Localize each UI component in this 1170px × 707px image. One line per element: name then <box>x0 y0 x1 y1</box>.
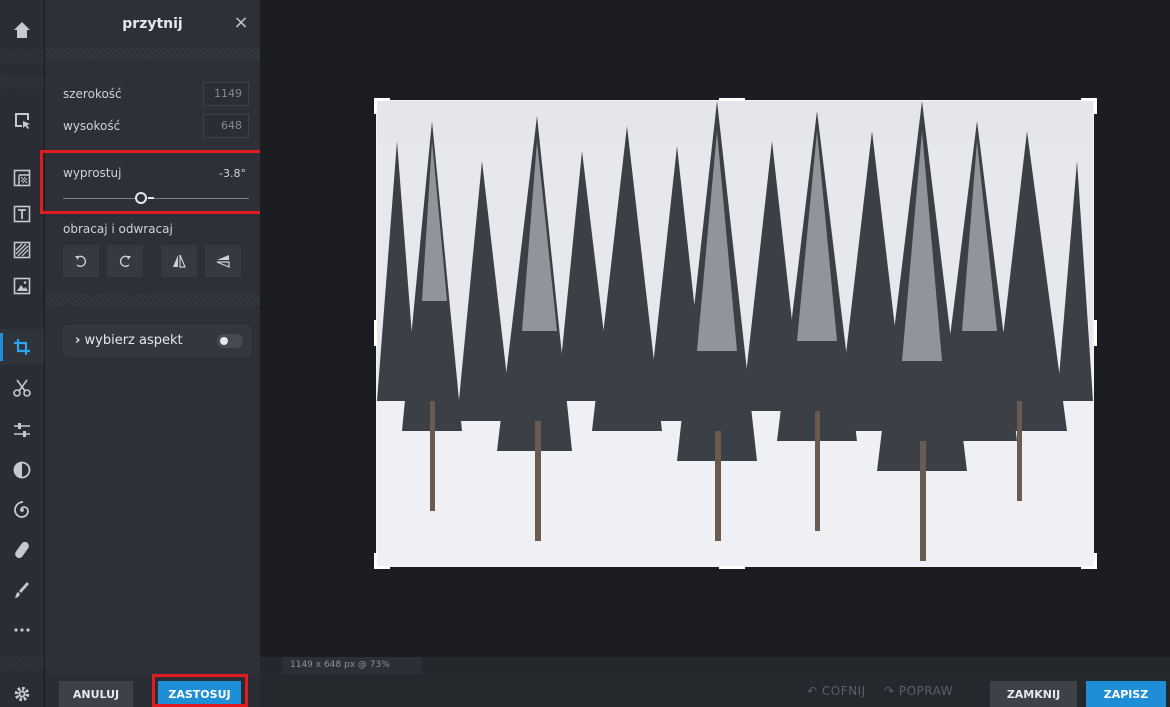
forest-photo[interactable] <box>376 100 1094 567</box>
crop-handle-bottom-left-v[interactable] <box>374 553 377 569</box>
close-editor-button[interactable]: ZAMKNIJ <box>990 681 1077 707</box>
crop-handle-top[interactable] <box>719 98 745 101</box>
toolbar-divider <box>0 50 44 64</box>
photo-editor: przytnij × szerokość 1149 wysokość 648 w… <box>0 0 1170 707</box>
heal-tool[interactable] <box>0 532 44 568</box>
text-tool[interactable] <box>0 196 44 232</box>
bottom-bar: ↶ COFNIJ ↷ POPRAW ZAMKNIJ ZAPISZ <box>260 674 1170 707</box>
spiral-icon <box>14 501 29 518</box>
undo-icon: ↶ <box>807 684 822 698</box>
layout-tool[interactable] <box>0 160 44 196</box>
rotate-left-icon <box>75 255 87 268</box>
panel-title: przytnij <box>122 16 183 32</box>
brush-icon <box>15 582 29 598</box>
settings-button[interactable] <box>0 676 44 707</box>
undo-label: COFNIJ <box>821 684 866 698</box>
flip-horizontal-button[interactable] <box>161 245 197 277</box>
crop-handle-bottom[interactable] <box>719 566 745 569</box>
pattern-tool[interactable] <box>0 232 44 268</box>
effects-tool[interactable] <box>0 492 44 528</box>
tool-bar <box>0 0 44 707</box>
aspect-label: › wybierz aspekt <box>75 333 183 348</box>
panel-header: przytnij × <box>45 0 260 48</box>
crop-icon <box>14 339 30 355</box>
rotate-left-button[interactable] <box>63 245 99 277</box>
text-icon <box>13 205 31 223</box>
aspect-label-text: wybierz aspekt <box>84 333 183 348</box>
canvas-area <box>260 0 1170 674</box>
redo-button[interactable]: ↷ POPRAW <box>884 684 953 698</box>
rotate-right-button[interactable] <box>107 245 143 277</box>
status-bar: 1149 x 648 px @ 73% <box>260 657 1170 674</box>
panel-divider <box>45 48 260 60</box>
home-button[interactable] <box>0 12 44 48</box>
close-icon[interactable]: × <box>232 14 250 32</box>
redo-label: POPRAW <box>898 684 954 698</box>
cancel-button[interactable]: ANULUJ <box>59 681 133 707</box>
brush-tool[interactable] <box>0 572 44 608</box>
contrast-icon <box>13 461 31 479</box>
width-label: szerokość <box>63 87 122 101</box>
chevron-right-icon: › <box>75 333 81 348</box>
flip-horizontal-icon <box>173 254 186 268</box>
flip-vertical-button[interactable] <box>205 245 241 277</box>
image-tool[interactable] <box>0 268 44 304</box>
rotate-label: obracaj i odwracaj <box>63 222 173 236</box>
rotate-right-icon <box>119 255 131 268</box>
apply-highlight <box>152 674 248 707</box>
pattern-icon <box>13 241 31 259</box>
panel-divider <box>45 294 260 306</box>
gear-icon <box>14 686 30 702</box>
more-icon <box>14 628 30 632</box>
crop-handle-bottom-right-v[interactable] <box>1094 553 1097 569</box>
undo-button[interactable]: ↶ COFNIJ <box>807 684 866 698</box>
cut-tool[interactable] <box>0 370 44 406</box>
crop-handle-top-right-v[interactable] <box>1094 98 1097 114</box>
bandage-icon <box>15 541 29 559</box>
crop-handle-right[interactable] <box>1094 320 1097 346</box>
straighten-highlight <box>40 150 265 214</box>
crop-handle-top-left-v[interactable] <box>374 98 377 114</box>
contrast-tool[interactable] <box>0 452 44 488</box>
aspect-selector[interactable]: › wybierz aspekt <box>63 325 251 357</box>
home-icon <box>14 22 30 38</box>
image-icon <box>13 277 31 295</box>
crop-panel: przytnij × szerokość 1149 wysokość 648 w… <box>40 0 265 707</box>
forest-image <box>377 101 1093 566</box>
scissors-icon <box>13 379 31 397</box>
select-icon <box>15 113 30 129</box>
toolbar-divider <box>0 75 44 89</box>
toolbar-divider <box>0 656 44 670</box>
aspect-toggle[interactable] <box>217 334 243 348</box>
height-field[interactable]: 648 <box>203 114 249 138</box>
height-label: wysokość <box>63 119 121 133</box>
crop-tool[interactable] <box>0 329 44 365</box>
select-tool[interactable] <box>0 102 44 138</box>
redo-icon: ↷ <box>884 684 899 698</box>
adjust-tool[interactable] <box>0 412 44 448</box>
crop-handle-left[interactable] <box>374 320 377 346</box>
save-button[interactable]: ZAPISZ <box>1086 681 1166 707</box>
sliders-icon <box>14 423 30 437</box>
flip-vertical-icon <box>216 255 230 268</box>
more-tools-button[interactable] <box>0 612 44 648</box>
image-info: 1149 x 648 px @ 73% <box>282 657 422 674</box>
layout-icon <box>13 169 31 187</box>
width-field[interactable]: 1149 <box>203 82 249 106</box>
